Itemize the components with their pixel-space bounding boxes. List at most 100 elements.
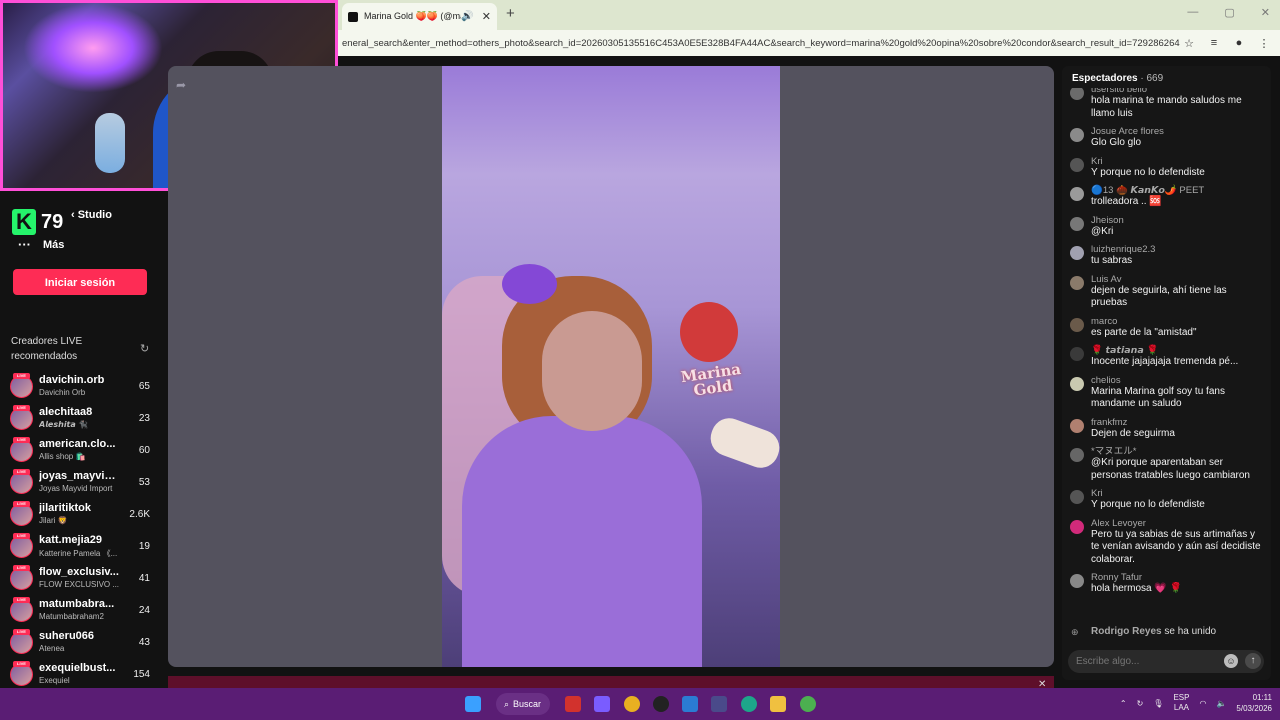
creator-item[interactable]: LIVE matumbabra... Matumbabraham2 24 [0, 595, 168, 627]
chevron-up-icon[interactable]: ⌃ [1120, 699, 1127, 708]
creator-item[interactable]: LIVE american.clo... Allis shop 🛍️ 60 [0, 435, 168, 467]
chrome-icon[interactable] [624, 696, 640, 712]
studio-link[interactable]: ‹ Studio [71, 209, 112, 221]
chat-username[interactable]: chelios [1091, 375, 1265, 386]
chat-username[interactable]: marco [1091, 316, 1265, 327]
profile-icon[interactable]: ● [1230, 37, 1248, 49]
windows-start-icon[interactable] [465, 696, 481, 712]
streamer-body [462, 416, 702, 667]
chat-avatar[interactable] [1070, 448, 1084, 462]
chat-avatar[interactable] [1070, 418, 1084, 433]
chat-username[interactable]: Alex Levoyer [1091, 518, 1265, 529]
app-icon[interactable] [565, 696, 581, 712]
creator-name: flow_exclusiv... [39, 566, 119, 578]
clock-date: 5/03/2026 [1236, 704, 1272, 713]
creator-name: exequielbust... [39, 662, 116, 674]
chat-avatar[interactable] [1070, 347, 1084, 361]
maximize-icon[interactable]: ▢ [1224, 6, 1234, 19]
live-video[interactable]: Marina Gold [442, 66, 780, 667]
folder-icon[interactable] [770, 696, 786, 712]
chat-avatar[interactable] [1070, 187, 1084, 201]
chat-avatar[interactable] [1070, 88, 1084, 100]
creator-avatar: LIVE [10, 661, 33, 686]
creator-item[interactable]: LIVE joyas_mayvid... Joyas Mayvid Import 53 [0, 467, 168, 499]
star-icon[interactable]: ☆ [1180, 37, 1198, 50]
kebab-menu-icon[interactable]: ⋮ [1255, 37, 1273, 50]
volume-icon[interactable]: 🔈 [1216, 699, 1226, 708]
browser-tab[interactable]: Marina Gold 🍑🍑 (@marina 🔊 ✕ [342, 3, 497, 30]
creator-subtitle: Atenea [39, 644, 65, 653]
chat-text: @Kri [1091, 225, 1114, 237]
chat-username[interactable]: Kri [1091, 488, 1265, 499]
chat-avatar[interactable] [1070, 519, 1084, 534]
chrome-icon-2[interactable] [800, 696, 816, 712]
creator-avatar: LIVE [10, 373, 33, 398]
media-icon[interactable]: ≡ [1205, 37, 1223, 49]
copilot-icon[interactable] [594, 696, 610, 712]
chat-username[interactable]: *マヌエル* [1091, 446, 1265, 457]
chat-avatar[interactable] [1070, 275, 1084, 290]
mic-icon[interactable]: 🎙 [1153, 699, 1163, 708]
url-text[interactable]: eneral_search&enter_method=others_photo&… [338, 38, 1180, 49]
chat-avatar[interactable] [1070, 574, 1084, 588]
chat-message: Alex Levoyer Pero tu ya sabias de sus art… [1062, 516, 1271, 571]
chat-username[interactable]: Kri [1091, 156, 1265, 167]
chat-avatar[interactable] [1070, 246, 1084, 260]
creator-list: LIVE davichin.orb Davichin Orb 65 LIVE alechi… [0, 371, 168, 691]
chat-username[interactable]: 🔵13 🌰 𝙆𝙖𝙣𝙆𝙤🌶️ PEET [1091, 185, 1265, 196]
store-icon[interactable] [711, 696, 727, 712]
chat-avatar[interactable] [1070, 128, 1084, 142]
close-tab-icon[interactable]: ✕ [482, 10, 491, 23]
join-user[interactable]: Rodrigo Reyes [1091, 626, 1162, 637]
send-icon[interactable]: ↑ [1245, 653, 1261, 669]
chat-username[interactable]: Ronny Tafur [1091, 572, 1265, 583]
chat-username[interactable]: Luis Av [1091, 274, 1265, 285]
github-icon[interactable] [653, 696, 669, 712]
chat-username[interactable]: luizhenrique2.3 [1091, 244, 1265, 255]
share-arrow-icon[interactable]: ➦ [176, 78, 186, 92]
creator-viewer-count: 24 [138, 605, 150, 616]
creator-item[interactable]: LIVE jilaritiktok Jilari 🦁 2.6K [0, 499, 168, 531]
close-window-icon[interactable]: ✕ [1261, 6, 1270, 19]
creator-item[interactable]: LIVE exequielbust... Exequiel 154 [0, 659, 168, 691]
chat-avatar[interactable] [1070, 157, 1084, 172]
minimize-icon[interactable]: — [1187, 6, 1198, 19]
chat-header[interactable]: Espectadores · 669 [1072, 73, 1163, 84]
chat-text: dejen de seguirla, ahí tiene las pruebas [1091, 284, 1227, 309]
chat-avatar[interactable] [1070, 490, 1084, 504]
refresh-icon[interactable]: ↻ [140, 342, 149, 355]
more-link[interactable]: Más [43, 239, 64, 251]
marina-gold-logo [680, 302, 738, 362]
creator-item[interactable]: LIVE suheru066 Atenea 43 [0, 627, 168, 659]
address-bar[interactable]: eneral_search&enter_method=others_photo&… [338, 30, 1280, 56]
chat-text: hola hermosa 💗 🌹 [1091, 583, 1183, 594]
edge-icon[interactable] [741, 696, 757, 712]
speaker-icon[interactable]: 🔊 [461, 11, 473, 22]
chat-username[interactable]: 🌹 𝙩𝙖𝙩𝙞𝙖𝙣𝙖 🌹 [1091, 345, 1265, 356]
chat-username[interactable]: Josue Arce flores [1091, 126, 1265, 137]
chat-avatar[interactable] [1070, 216, 1084, 231]
chat-username[interactable]: frankfmz [1091, 417, 1265, 428]
join-notice: ⊕ Rodrigo Reyes se ha unido [1062, 626, 1271, 637]
join-icon: ⊕ [1071, 627, 1079, 637]
mail-icon[interactable] [682, 696, 698, 712]
clock[interactable]: 01:11 5/03/2026 [1236, 692, 1272, 714]
emoji-icon[interactable]: ☺ [1224, 654, 1238, 668]
language-indicator[interactable]: ESP LAA [1173, 693, 1189, 713]
chat-username[interactable]: Jheison [1091, 215, 1265, 226]
creator-item[interactable]: LIVE katt.mejia29 Katterine Pamela 《... 19 [0, 531, 168, 563]
new-tab-icon[interactable]: + [506, 5, 515, 22]
wifi-icon[interactable]: ◠ [1199, 699, 1206, 708]
chat-username[interactable]: usersito bello [1091, 88, 1265, 95]
more-icon[interactable]: ··· [18, 237, 31, 252]
chat-avatar[interactable] [1070, 376, 1084, 391]
taskbar-search[interactable]: ⌕ Buscar [496, 693, 550, 715]
chat-avatar[interactable] [1070, 317, 1084, 332]
tiktok-live-logo-icon[interactable]: K [12, 209, 36, 235]
creator-item[interactable]: LIVE alechitaa8 𝘼𝙡𝙚𝙨𝙝𝙞𝙩𝙖 🐈‍⬛ 23 [0, 403, 168, 435]
live-badge: LIVE [13, 533, 30, 539]
creator-item[interactable]: LIVE flow_exclusiv... FLOW EXCLUSIVO ... 41 [0, 563, 168, 595]
login-button[interactable]: Iniciar sesión [13, 269, 147, 295]
creator-item[interactable]: LIVE davichin.orb Davichin Orb 65 [0, 371, 168, 403]
sync-icon[interactable]: ↻ [1137, 699, 1144, 708]
